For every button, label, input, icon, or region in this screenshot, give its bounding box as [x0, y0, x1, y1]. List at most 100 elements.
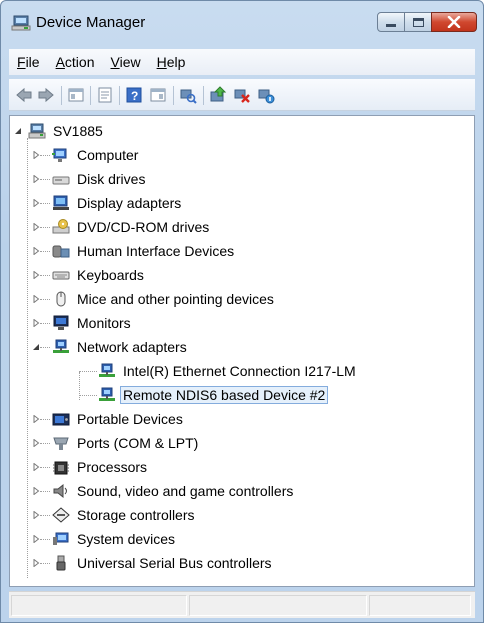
portable-device-icon: [52, 413, 70, 426]
properties-icon[interactable]: [96, 86, 114, 104]
device-tree[interactable]: SV1885 Computer Disk drives Display adapte…: [9, 115, 475, 587]
tree-category[interactable]: Mice and other pointing devices: [32, 288, 277, 310]
menu-file-accel: F: [17, 54, 26, 70]
expand-icon[interactable]: [32, 151, 40, 159]
system-device-icon: [53, 532, 69, 545]
tree-category[interactable]: Network adapters: [32, 336, 190, 358]
tree-guide-line: [40, 179, 50, 180]
maximize-button[interactable]: [404, 12, 432, 32]
tree-category-label: Disk drives: [77, 171, 146, 187]
tree-root[interactable]: SV1885: [14, 120, 106, 142]
expand-icon[interactable]: [32, 487, 40, 495]
disable-icon[interactable]: [257, 86, 275, 104]
menu-view[interactable]: View: [103, 54, 149, 70]
minimize-icon: [386, 24, 396, 27]
tree-category[interactable]: Computer: [32, 144, 141, 166]
tree-category[interactable]: Ports (COM & LPT): [32, 432, 201, 454]
help-icon[interactable]: ?: [125, 86, 143, 104]
expand-icon[interactable]: [32, 295, 40, 303]
tree-category-label: Universal Serial Bus controllers: [77, 555, 272, 571]
computer-root-icon: [28, 123, 46, 139]
minimize-button[interactable]: [377, 12, 405, 32]
tree-guide-line: [40, 251, 50, 252]
tree-guide-line: [40, 323, 50, 324]
view-icon[interactable]: [149, 86, 167, 104]
keyboard-icon: [52, 271, 70, 280]
tree-guide-line: [40, 299, 50, 300]
storage-controller-icon: [52, 507, 70, 523]
tree-device[interactable]: Remote NDIS6 based Device #2: [79, 384, 329, 406]
menu-help[interactable]: Help: [149, 54, 194, 70]
expand-icon[interactable]: [32, 535, 40, 543]
tree-category[interactable]: Processors: [32, 456, 150, 478]
forward-icon[interactable]: [37, 86, 55, 104]
tree-category[interactable]: Sound, video and game controllers: [32, 480, 296, 502]
menu-action[interactable]: Action: [48, 54, 103, 70]
menu-file-label: ile: [25, 54, 40, 70]
tree-guide-line: [40, 227, 50, 228]
tree-category[interactable]: Display adapters: [32, 192, 184, 214]
expand-icon[interactable]: [32, 463, 40, 471]
scan-hardware-icon[interactable]: [179, 86, 197, 104]
disk-drive-icon: [52, 176, 70, 185]
tree-category-label: Monitors: [77, 315, 131, 331]
tree-category[interactable]: Monitors: [32, 312, 134, 334]
device-manager-window: Device Manager File Action View Help ? S…: [0, 0, 484, 623]
tree-guide-line: [40, 347, 50, 348]
expand-icon[interactable]: [32, 319, 40, 327]
computer-icon: [52, 148, 67, 162]
tree-category[interactable]: DVD/CD-ROM drives: [32, 216, 212, 238]
menu-help-label: elp: [166, 54, 186, 70]
toolbar-separator: [61, 86, 62, 105]
expand-icon[interactable]: [32, 415, 40, 423]
tree-guide-line: [40, 443, 50, 444]
tree-category[interactable]: Human Interface Devices: [32, 240, 237, 262]
tree-guide-line: [79, 371, 97, 372]
tree-guide-line: [40, 515, 50, 516]
toolbar-separator: [173, 86, 174, 105]
toolbar-separator: [90, 86, 91, 105]
tree-guide-line: [40, 539, 50, 540]
title-bar[interactable]: Device Manager: [1, 1, 483, 43]
collapse-icon[interactable]: [32, 343, 40, 351]
tree-guide-line: [79, 395, 97, 396]
tree-category[interactable]: Universal Serial Bus controllers: [32, 552, 275, 574]
caption-buttons: [377, 12, 477, 32]
tree-category[interactable]: Keyboards: [32, 264, 147, 286]
tree-category-label: Sound, video and game controllers: [77, 483, 294, 499]
tree-category[interactable]: Disk drives: [32, 168, 148, 190]
tree-device[interactable]: Intel(R) Ethernet Connection I217-LM: [79, 360, 359, 382]
menu-file[interactable]: File: [9, 54, 48, 70]
tree-category-label: Processors: [77, 459, 148, 475]
status-bar: [9, 591, 475, 618]
collapse-icon[interactable]: [14, 127, 22, 135]
tree-guide-line: [40, 275, 50, 276]
update-driver-icon[interactable]: [209, 86, 227, 104]
expand-icon[interactable]: [32, 247, 40, 255]
window-title: Device Manager: [36, 14, 146, 31]
uninstall-icon[interactable]: [233, 86, 251, 104]
status-cell-middle: [189, 595, 367, 616]
tree-guide-line: [40, 467, 50, 468]
expand-icon[interactable]: [32, 439, 40, 447]
expand-icon[interactable]: [32, 223, 40, 231]
show-hide-tree-icon[interactable]: [67, 86, 85, 104]
expand-icon[interactable]: [32, 559, 40, 567]
tree-category[interactable]: Portable Devices: [32, 408, 186, 430]
tree-guide-line: [40, 155, 50, 156]
tree-category[interactable]: Storage controllers: [32, 504, 198, 526]
tree-category-label: DVD/CD-ROM drives: [77, 219, 210, 235]
tree-category-label: Computer: [77, 147, 139, 163]
mouse-icon: [56, 291, 66, 307]
expand-icon[interactable]: [32, 175, 40, 183]
tree-guide-line: [27, 138, 28, 578]
expand-icon[interactable]: [32, 199, 40, 207]
menu-view-label: iew: [119, 54, 141, 70]
close-button[interactable]: [431, 12, 477, 32]
menu-help-accel: H: [156, 54, 167, 70]
tree-category[interactable]: System devices: [32, 528, 178, 550]
tree-category-label: Ports (COM & LPT): [77, 435, 199, 451]
back-icon[interactable]: [15, 86, 33, 104]
expand-icon[interactable]: [32, 271, 40, 279]
expand-icon[interactable]: [32, 511, 40, 519]
